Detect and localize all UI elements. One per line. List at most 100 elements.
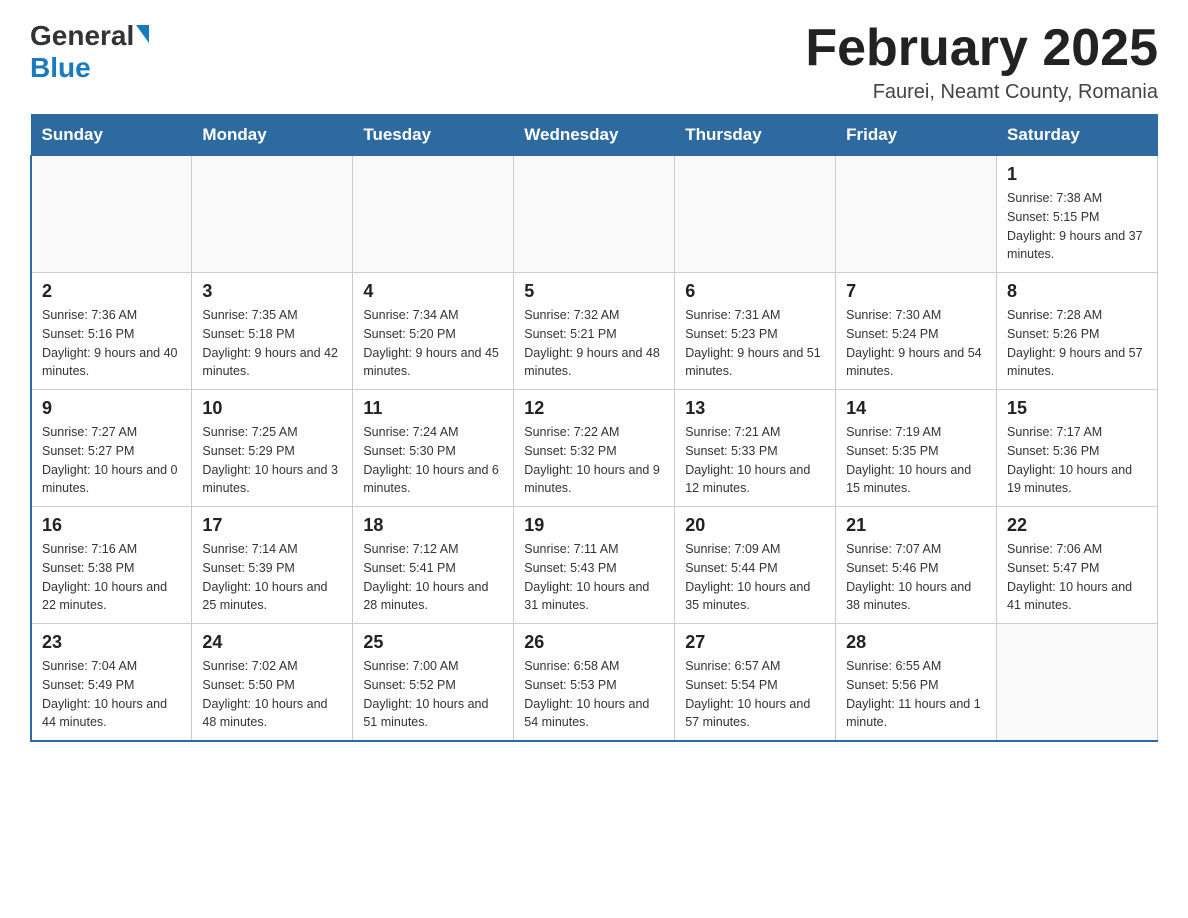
day-number: 1 (1007, 164, 1147, 185)
day-info: Sunrise: 7:02 AMSunset: 5:50 PMDaylight:… (202, 657, 342, 732)
calendar-cell: 10 Sunrise: 7:25 AMSunset: 5:29 PMDayligh… (192, 390, 353, 507)
day-info: Sunrise: 7:25 AMSunset: 5:29 PMDaylight:… (202, 423, 342, 498)
day-info: Sunrise: 7:36 AMSunset: 5:16 PMDaylight:… (42, 306, 181, 381)
day-number: 22 (1007, 515, 1147, 536)
day-number: 18 (363, 515, 503, 536)
day-number: 12 (524, 398, 664, 419)
calendar-cell: 17Sunrise: 7:14 AMSunset: 5:39 PMDayligh… (192, 507, 353, 624)
header-monday: Monday (192, 115, 353, 156)
calendar-cell: 1 Sunrise: 7:38 AMSunset: 5:15 PMDaylight… (997, 156, 1158, 273)
calendar-cell: 14Sunrise: 7:19 AMSunset: 5:35 PMDayligh… (836, 390, 997, 507)
day-info: Sunrise: 7:04 AMSunset: 5:49 PMDaylight:… (42, 657, 181, 732)
calendar-cell: 27 Sunrise: 6:57 AMSunset: 5:54 PMDayligh… (675, 624, 836, 742)
day-number: 2 (42, 281, 181, 302)
day-number: 27 (685, 632, 825, 653)
calendar-cell: 28 Sunrise: 6:55 AMSunset: 5:56 PMDayligh… (836, 624, 997, 742)
calendar-header-row: SundayMondayTuesdayWednesdayThursdayFrid… (31, 115, 1158, 156)
day-number: 15 (1007, 398, 1147, 419)
day-info: Sunrise: 7:34 AMSunset: 5:20 PMDaylight:… (363, 306, 503, 381)
header-saturday: Saturday (997, 115, 1158, 156)
day-info: Sunrise: 7:35 AMSunset: 5:18 PMDaylight:… (202, 306, 342, 381)
day-number: 28 (846, 632, 986, 653)
month-title: February 2025 (805, 20, 1158, 77)
day-info: Sunrise: 7:17 AMSunset: 5:36 PMDaylight:… (1007, 423, 1147, 498)
day-info: Sunrise: 7:38 AMSunset: 5:15 PMDaylight:… (1007, 189, 1147, 264)
day-info: Sunrise: 7:06 AMSunset: 5:47 PMDaylight:… (1007, 540, 1147, 615)
logo: General Blue (30, 20, 149, 84)
day-info: Sunrise: 7:09 AMSunset: 5:44 PMDaylight:… (685, 540, 825, 615)
calendar-cell (836, 156, 997, 273)
header-friday: Friday (836, 115, 997, 156)
day-info: Sunrise: 7:16 AMSunset: 5:38 PMDaylight:… (42, 540, 181, 615)
calendar-cell: 7Sunrise: 7:30 AMSunset: 5:24 PMDaylight… (836, 273, 997, 390)
logo-triangle-icon (136, 25, 149, 43)
calendar-cell: 12 Sunrise: 7:22 AMSunset: 5:32 PMDayligh… (514, 390, 675, 507)
calendar-cell: 13 Sunrise: 7:21 AMSunset: 5:33 PMDayligh… (675, 390, 836, 507)
calendar-cell (514, 156, 675, 273)
day-info: Sunrise: 7:21 AMSunset: 5:33 PMDaylight:… (685, 423, 825, 498)
calendar-cell: 2 Sunrise: 7:36 AMSunset: 5:16 PMDaylight… (31, 273, 192, 390)
day-info: Sunrise: 6:58 AMSunset: 5:53 PMDaylight:… (524, 657, 664, 732)
calendar-cell: 11Sunrise: 7:24 AMSunset: 5:30 PMDayligh… (353, 390, 514, 507)
day-info: Sunrise: 7:24 AMSunset: 5:30 PMDaylight:… (363, 423, 503, 498)
day-number: 10 (202, 398, 342, 419)
logo-blue-text: Blue (30, 52, 91, 84)
day-number: 6 (685, 281, 825, 302)
header-tuesday: Tuesday (353, 115, 514, 156)
calendar-cell: 20Sunrise: 7:09 AMSunset: 5:44 PMDayligh… (675, 507, 836, 624)
calendar-cell: 8 Sunrise: 7:28 AMSunset: 5:26 PMDaylight… (997, 273, 1158, 390)
day-number: 16 (42, 515, 181, 536)
day-number: 4 (363, 281, 503, 302)
calendar-cell: 4 Sunrise: 7:34 AMSunset: 5:20 PMDaylight… (353, 273, 514, 390)
calendar-cell (997, 624, 1158, 742)
day-number: 5 (524, 281, 664, 302)
day-info: Sunrise: 7:22 AMSunset: 5:32 PMDaylight:… (524, 423, 664, 498)
calendar-cell: 6 Sunrise: 7:31 AMSunset: 5:23 PMDaylight… (675, 273, 836, 390)
calendar-cell: 9 Sunrise: 7:27 AMSunset: 5:27 PMDaylight… (31, 390, 192, 507)
day-number: 8 (1007, 281, 1147, 302)
calendar-cell: 24 Sunrise: 7:02 AMSunset: 5:50 PMDayligh… (192, 624, 353, 742)
logo-general-text: General (30, 20, 134, 52)
calendar-cell: 15 Sunrise: 7:17 AMSunset: 5:36 PMDayligh… (997, 390, 1158, 507)
calendar-cell: 26 Sunrise: 6:58 AMSunset: 5:53 PMDayligh… (514, 624, 675, 742)
day-info: Sunrise: 7:32 AMSunset: 5:21 PMDaylight:… (524, 306, 664, 381)
calendar-cell (353, 156, 514, 273)
day-info: Sunrise: 7:28 AMSunset: 5:26 PMDaylight:… (1007, 306, 1147, 381)
day-number: 3 (202, 281, 342, 302)
calendar-cell: 3 Sunrise: 7:35 AMSunset: 5:18 PMDaylight… (192, 273, 353, 390)
calendar-week-row: 16 Sunrise: 7:16 AMSunset: 5:38 PMDayligh… (31, 507, 1158, 624)
day-number: 9 (42, 398, 181, 419)
calendar-cell: 16 Sunrise: 7:16 AMSunset: 5:38 PMDayligh… (31, 507, 192, 624)
calendar-week-row: 2 Sunrise: 7:36 AMSunset: 5:16 PMDaylight… (31, 273, 1158, 390)
calendar-cell: 19Sunrise: 7:11 AMSunset: 5:43 PMDayligh… (514, 507, 675, 624)
day-number: 14 (846, 398, 986, 419)
day-number: 26 (524, 632, 664, 653)
day-info: Sunrise: 7:31 AMSunset: 5:23 PMDaylight:… (685, 306, 825, 381)
day-info: Sunrise: 6:57 AMSunset: 5:54 PMDaylight:… (685, 657, 825, 732)
day-number: 23 (42, 632, 181, 653)
day-info: Sunrise: 7:27 AMSunset: 5:27 PMDaylight:… (42, 423, 181, 498)
page-header: General Blue February 2025 Faurei, Neamt… (30, 20, 1158, 104)
day-info: Sunrise: 6:55 AMSunset: 5:56 PMDaylight:… (846, 657, 986, 732)
calendar-cell: 25Sunrise: 7:00 AMSunset: 5:52 PMDayligh… (353, 624, 514, 742)
day-info: Sunrise: 7:12 AMSunset: 5:41 PMDaylight:… (363, 540, 503, 615)
calendar-cell (675, 156, 836, 273)
calendar-cell (31, 156, 192, 273)
day-number: 25 (363, 632, 503, 653)
day-number: 24 (202, 632, 342, 653)
title-section: February 2025 Faurei, Neamt County, Roma… (805, 20, 1158, 104)
day-info: Sunrise: 7:07 AMSunset: 5:46 PMDaylight:… (846, 540, 986, 615)
header-wednesday: Wednesday (514, 115, 675, 156)
calendar-week-row: 23 Sunrise: 7:04 AMSunset: 5:49 PMDayligh… (31, 624, 1158, 742)
day-info: Sunrise: 7:30 AMSunset: 5:24 PMDaylight:… (846, 306, 986, 381)
day-number: 17 (202, 515, 342, 536)
day-number: 13 (685, 398, 825, 419)
calendar-cell: 22 Sunrise: 7:06 AMSunset: 5:47 PMDayligh… (997, 507, 1158, 624)
calendar-cell: 5 Sunrise: 7:32 AMSunset: 5:21 PMDaylight… (514, 273, 675, 390)
calendar-cell: 18 Sunrise: 7:12 AMSunset: 5:41 PMDayligh… (353, 507, 514, 624)
calendar-table: SundayMondayTuesdayWednesdayThursdayFrid… (30, 114, 1158, 742)
header-sunday: Sunday (31, 115, 192, 156)
calendar-cell (192, 156, 353, 273)
day-number: 19 (524, 515, 664, 536)
calendar-week-row: 1 Sunrise: 7:38 AMSunset: 5:15 PMDaylight… (31, 156, 1158, 273)
